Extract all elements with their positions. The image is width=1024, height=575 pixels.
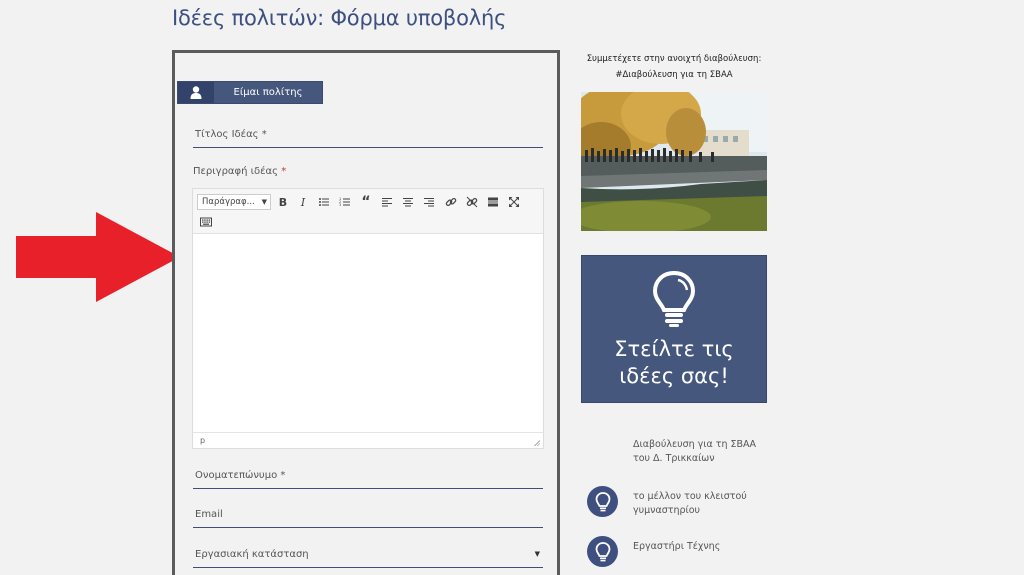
dropdown-caret-icon: ▼: [534, 550, 540, 558]
align-center-button[interactable]: [399, 194, 417, 210]
align-center-icon: [403, 198, 413, 207]
cta-label: Στείλτε τις ιδέες σας!: [614, 337, 734, 388]
citizen-role-tab[interactable]: Είμαι πολίτης: [177, 81, 323, 104]
bullet-list-icon: [319, 198, 329, 206]
keyboard-icon: [200, 217, 212, 227]
read-more-icon: [488, 197, 498, 207]
quote-icon: “: [361, 194, 371, 210]
consultation-title-link[interactable]: Διαβούλευση για τη ΣΒΑΑ του Δ. Τρικκαίων: [633, 438, 773, 466]
align-left-icon: [382, 198, 392, 207]
align-right-button[interactable]: [420, 194, 438, 210]
consultation-promo[interactable]: Συμμετέχετε στην ανοιχτή διαβούλευση: #Δ…: [581, 51, 767, 83]
idea-title-input[interactable]: Τίτλος Ιδέας *: [193, 129, 543, 148]
fullname-placeholder: Ονοματεπώνυμο *: [195, 470, 286, 481]
svg-text:3: 3: [339, 203, 341, 207]
promo-line-2: #Διαβούλευση για τη ΣΒΑΑ: [615, 70, 733, 80]
idea-label: Εργαστήρι Τέχνης: [633, 541, 721, 552]
bold-button[interactable]: B: [274, 194, 292, 210]
toolbar-toggle-button[interactable]: [197, 214, 215, 230]
bullet-list-button[interactable]: [315, 194, 333, 210]
align-left-button[interactable]: [378, 194, 396, 210]
description-label: Περιγραφή ιδέας *: [193, 166, 287, 177]
fullname-input[interactable]: Ονοματεπώνυμο *: [193, 470, 543, 489]
promo-line-1: Συμμετέχετε στην ανοιχτή διαβούλευση:: [586, 54, 762, 64]
editor-toolbar: Παράγραφ... ▼ B I 123 “: [193, 189, 543, 234]
align-right-icon: [424, 198, 434, 207]
chevron-down-icon: ▼: [261, 198, 267, 206]
page-title: Ιδέες πολιτών: Φόρμα υποβολής: [172, 6, 507, 30]
user-icon: [178, 82, 214, 103]
email-placeholder: Email: [195, 509, 223, 520]
italic-icon: I: [300, 195, 306, 209]
link-icon: [445, 197, 457, 206]
numbered-list-icon: 123: [339, 197, 350, 207]
insert-link-button[interactable]: [442, 194, 460, 210]
format-select[interactable]: Παράγραφ... ▼: [197, 194, 271, 210]
remove-link-button[interactable]: [463, 194, 481, 210]
work-status-placeholder: Εργασιακή κατάσταση: [195, 549, 309, 560]
idea-label: το μέλλον του κλειστού γυμναστηρίου: [633, 491, 747, 516]
required-mark: *: [281, 166, 287, 177]
fullscreen-button[interactable]: [505, 194, 523, 210]
read-more-button[interactable]: [484, 194, 502, 210]
lightbulb-icon: [652, 270, 696, 327]
unlink-icon: [466, 196, 478, 208]
rich-text-editor: Παράγραφ... ▼ B I 123 “ p: [192, 188, 544, 449]
italic-button[interactable]: I: [294, 194, 312, 210]
bridge-photo[interactable]: [581, 92, 767, 231]
lightbulb-icon: [587, 536, 618, 567]
blockquote-button[interactable]: “: [357, 194, 375, 210]
idea-list-item[interactable]: το μέλλον του κλειστού γυμναστηρίου: [587, 486, 777, 518]
send-ideas-cta[interactable]: Στείλτε τις ιδέες σας!: [581, 255, 767, 403]
red-arrow-annotation: [16, 212, 180, 302]
bold-icon: B: [278, 195, 288, 209]
idea-submission-form: Είμαι πολίτης Τίτλος Ιδέας * Περιγραφή ι…: [172, 50, 560, 575]
resize-handle-icon[interactable]: [533, 439, 540, 446]
work-status-select[interactable]: Εργασιακή κατάσταση ▼: [193, 549, 543, 568]
idea-list-item[interactable]: Εργαστήρι Τέχνης: [587, 536, 777, 567]
editor-content-area[interactable]: [193, 234, 543, 432]
fullscreen-icon: [509, 197, 519, 207]
numbered-list-button[interactable]: 123: [336, 194, 354, 210]
citizen-role-label: Είμαι πολίτης: [233, 87, 303, 98]
idea-title-placeholder: Τίτλος Ιδέας *: [195, 129, 267, 140]
element-path: p: [200, 436, 206, 445]
lightbulb-icon: [587, 486, 618, 517]
email-input[interactable]: Email: [193, 509, 543, 528]
editor-statusbar: p: [193, 432, 543, 448]
